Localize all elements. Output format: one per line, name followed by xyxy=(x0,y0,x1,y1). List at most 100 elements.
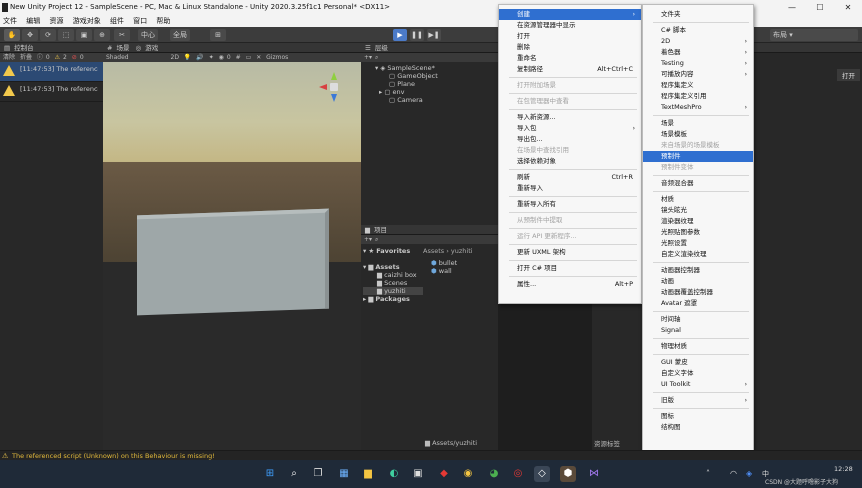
submenu-item[interactable]: 预制件 xyxy=(643,151,753,162)
clock[interactable]: 12:28 xyxy=(834,465,853,473)
submenu-item[interactable]: 动画器覆盖控制器 xyxy=(643,287,753,298)
layout-dropdown[interactable]: 布局 ▾ xyxy=(770,29,858,41)
submenu-item[interactable]: 音频混合器 xyxy=(643,178,753,189)
context-menu-item[interactable]: 导入包 › xyxy=(499,123,641,134)
context-menu-item[interactable]: 选择依赖对象 xyxy=(499,156,641,167)
hand-tool-icon[interactable]: ✋ xyxy=(4,29,20,41)
context-menu-item[interactable]: 重新导入所有 xyxy=(499,199,641,210)
tray-arrow-icon[interactable]: ˄ xyxy=(706,469,710,478)
submenu-item[interactable]: 结构图 xyxy=(643,422,753,433)
context-menu-item[interactable]: 导出包... xyxy=(499,134,641,145)
unity-editor-icon[interactable]: ⬢ xyxy=(560,466,576,482)
custom-tool-icon[interactable]: ✂ xyxy=(114,29,130,41)
folder-item[interactable]: ▆ caizhi box xyxy=(363,271,423,279)
scene-root[interactable]: ▾ ◈ SampleScene* xyxy=(375,64,498,72)
menu-edit[interactable]: 编辑 xyxy=(26,16,40,27)
axis-y-icon[interactable] xyxy=(331,72,337,80)
submenu-item[interactable]: 自定义字体 xyxy=(643,368,753,379)
network-icon[interactable]: ◠ xyxy=(730,469,737,478)
pivot-toggle[interactable]: 中心 xyxy=(138,29,158,41)
step-button[interactable]: ▶❚ xyxy=(427,29,441,41)
context-menu-item[interactable]: 重新导入 xyxy=(499,183,641,194)
play-button[interactable]: ▶ xyxy=(393,29,407,41)
menu-gameobject[interactable]: 游戏对象 xyxy=(73,16,101,27)
context-menu-item[interactable]: 删除 xyxy=(499,42,641,53)
tray-app-icon[interactable]: ◈ xyxy=(746,469,752,478)
submenu-item[interactable]: 动画 xyxy=(643,276,753,287)
submenu-item[interactable]: TextMeshPro › xyxy=(643,102,753,113)
global-toggle[interactable]: 全局 xyxy=(170,29,190,41)
menu-window[interactable]: 窗口 xyxy=(133,16,147,27)
context-menu-item[interactable]: 属性... Alt+P xyxy=(499,279,641,290)
move-tool-icon[interactable]: ✥ xyxy=(22,29,38,41)
scene-gizmo[interactable] xyxy=(319,72,349,104)
netease-music-icon[interactable]: ◎ xyxy=(510,466,526,482)
console-row[interactable]: [11:47:53] The referenced xyxy=(0,82,103,102)
context-menu-item[interactable]: 更新 UXML 架构 xyxy=(499,247,641,258)
hierarchy-item[interactable]: ▢ Plane xyxy=(375,80,498,88)
start-icon[interactable]: ⊞ xyxy=(262,466,278,482)
favorites-item[interactable]: ▾ ★ Favorites xyxy=(363,247,423,255)
submenu-item[interactable]: 图标 xyxy=(643,411,753,422)
folder-item[interactable]: ▆ Scenes xyxy=(363,279,423,287)
app-red-icon[interactable]: ◆ xyxy=(436,466,452,482)
submenu-item[interactable]: 可播放内容 › xyxy=(643,69,753,80)
close-button[interactable]: ✕ xyxy=(834,0,862,16)
submenu-item[interactable]: 光照贴图参数 xyxy=(643,227,753,238)
submenu-item[interactable]: UI Toolkit › xyxy=(643,379,753,390)
search-icon[interactable]: ⌕ xyxy=(375,54,378,61)
submenu-item[interactable]: 动画器控制器 xyxy=(643,265,753,276)
submenu-item[interactable]: 场景模板 xyxy=(643,129,753,140)
hidden-objects-icon[interactable]: ◉ xyxy=(219,54,224,61)
menu-file[interactable]: 文件 xyxy=(3,16,17,27)
edge-icon[interactable]: ◐ xyxy=(386,466,402,482)
submenu-item[interactable]: 2D › xyxy=(643,36,753,47)
submenu-item[interactable]: 镜头眩光 xyxy=(643,205,753,216)
hierarchy-item[interactable]: ▸ ▢ env xyxy=(375,88,498,96)
search-icon[interactable]: ⌕ xyxy=(286,466,302,482)
context-menu-item[interactable]: 在资源管理器中显示 xyxy=(499,20,641,31)
maximize-button[interactable]: ☐ xyxy=(806,0,834,16)
status-message[interactable]: The referenced script (Unknown) on this … xyxy=(12,452,215,460)
chrome-icon[interactable]: ◉ xyxy=(460,466,476,482)
menu-component[interactable]: 组件 xyxy=(110,16,124,27)
shading-dropdown[interactable]: Shaded xyxy=(106,54,129,61)
2d-toggle[interactable]: 2D xyxy=(171,54,179,61)
pause-button[interactable]: ❚❚ xyxy=(410,29,424,41)
add-icon[interactable]: +▾ xyxy=(364,236,372,243)
minimize-button[interactable]: — xyxy=(778,0,806,16)
warning-count-icon[interactable]: ⚠ xyxy=(55,54,60,61)
scale-tool-icon[interactable]: ⬚ xyxy=(58,29,74,41)
gizmos-dropdown[interactable]: Gizmos xyxy=(266,54,288,61)
hierarchy-tab[interactable]: 层级 xyxy=(375,44,388,52)
context-menu-item[interactable]: 打开 xyxy=(499,31,641,42)
rotate-tool-icon[interactable]: ⟳ xyxy=(40,29,56,41)
submenu-item[interactable]: Testing › xyxy=(643,58,753,69)
submenu-item[interactable]: 材质 xyxy=(643,194,753,205)
file-explorer-icon[interactable]: ▆ xyxy=(360,466,376,482)
submenu-item[interactable]: 时间轴 xyxy=(643,314,753,325)
widgets-icon[interactable]: ▦ xyxy=(336,466,352,482)
clear-button[interactable]: 清除 xyxy=(3,54,15,61)
lighting-icon[interactable]: 💡 xyxy=(184,54,191,61)
submenu-item[interactable]: 自定义渲染纹理 xyxy=(643,249,753,260)
store-icon[interactable]: ▣ xyxy=(410,466,426,482)
menu-assets[interactable]: 资源 xyxy=(49,16,63,27)
unity-hub-icon[interactable]: ◇ xyxy=(534,466,550,482)
context-menu-item[interactable]: 复制路径 Alt+Ctrl+C xyxy=(499,64,641,75)
hierarchy-item[interactable]: ▢ GameObject xyxy=(375,72,498,80)
axis-z-icon[interactable] xyxy=(331,94,337,102)
submenu-item[interactable]: 旧版 › xyxy=(643,395,753,406)
submenu-item[interactable]: 场景 xyxy=(643,118,753,129)
context-menu-item[interactable]: 刷新 Ctrl+R xyxy=(499,172,641,183)
info-count-icon[interactable]: ⓘ xyxy=(37,54,43,61)
visual-studio-icon[interactable]: ⋈ xyxy=(586,466,602,482)
app-green-icon[interactable]: ◕ xyxy=(486,466,502,482)
scene-tab[interactable]: 场景 xyxy=(116,44,129,52)
submenu-item[interactable]: 程序集定义引用 xyxy=(643,91,753,102)
hierarchy-item[interactable]: ▢ Camera xyxy=(375,96,498,104)
submenu-item[interactable]: 程序集定义 xyxy=(643,80,753,91)
search-icon[interactable]: ⌕ xyxy=(375,236,378,243)
submenu-item[interactable]: GUI 蒙皮 xyxy=(643,357,753,368)
wall-object[interactable] xyxy=(137,208,329,316)
